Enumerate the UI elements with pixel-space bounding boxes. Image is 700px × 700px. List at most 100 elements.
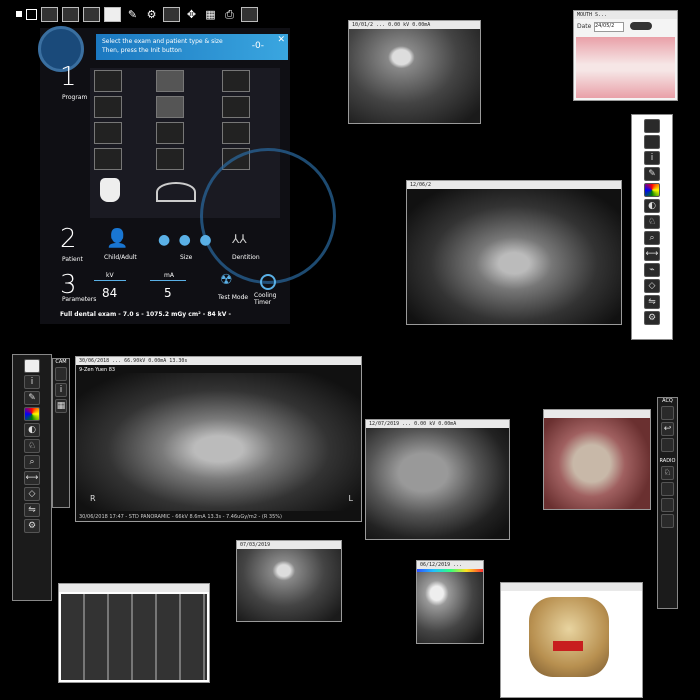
layout-icon[interactable] [24,359,40,373]
pencil-icon[interactable]: ✎ [24,391,40,405]
cooling-timer-icon[interactable] [260,274,276,290]
dentition-icon[interactable]: ⅄⅄ [232,232,247,246]
flip-icon[interactable]: ⇋ [644,295,660,309]
test-mode-label: Test Mode [218,294,249,301]
program-cell[interactable] [156,70,184,92]
cooling-timer-label: Cooling Timer [254,292,277,306]
pano-icon[interactable] [661,498,674,512]
tooth-icon[interactable]: ♘ [661,466,674,480]
ma-value[interactable]: 5 [164,286,172,300]
camera-panel: CAM i ▦ [52,358,70,508]
flip-icon[interactable]: ⇋ [24,503,40,517]
layout-icon[interactable] [241,6,258,22]
program-cell[interactable] [222,70,250,92]
brightness-icon[interactable]: ◐ [644,199,660,213]
kv-value[interactable]: 84 [102,286,117,300]
xray-image [407,189,621,324]
layout-icon[interactable] [644,119,660,133]
kv-label: kV [106,272,114,279]
bitewing-window-bottom[interactable]: 07/03/2019 [236,540,342,622]
brightness-icon[interactable]: ◐ [24,423,40,437]
info-icon[interactable]: i [55,383,67,397]
monitor-icon[interactable] [644,135,660,149]
tooth-icon[interactable]: ♘ [24,439,40,453]
info-icon[interactable]: i [24,375,40,389]
size-icons[interactable]: ● ● ● [158,232,214,248]
settings-icon[interactable]: ⚙ [644,311,660,325]
close-icon[interactable]: ✕ [277,35,285,45]
radio-section-header: RADIO [659,458,676,464]
date-field[interactable]: 24/05/2 [594,22,624,32]
info-icon[interactable]: i [644,151,660,165]
camera-icon[interactable] [55,367,67,381]
record-icon[interactable] [16,11,22,17]
color-icon[interactable] [24,407,40,421]
program-cell[interactable] [94,70,122,92]
radiation-icon[interactable]: ☢ [220,272,233,288]
color-icon[interactable] [644,183,660,197]
image-icon[interactable] [41,6,58,22]
intraoral-photo-window[interactable] [543,409,651,510]
move-icon[interactable]: ✥ [184,8,199,21]
kv-slider[interactable] [94,280,126,281]
cbct-views-window[interactable] [58,583,210,683]
panoramic-window-small[interactable]: 12/06/2 [406,180,622,325]
return-icon[interactable]: ↩ [661,422,674,436]
child-adult-label: Child/Adult [104,254,137,261]
zoom-icon[interactable]: ⌕ [24,455,40,469]
arch-icon[interactable] [156,182,196,202]
toggle-switch[interactable] [630,22,652,30]
xray-image [417,572,483,643]
periapical-window[interactable]: 06/12/2019 ... [416,560,484,644]
camera-icon[interactable] [104,6,121,22]
ceph-icon[interactable] [661,514,674,528]
scanner-icon[interactable] [661,406,674,420]
pencil-icon[interactable]: ✎ [644,167,660,181]
zoom-icon[interactable]: ⌕ [644,231,660,245]
view-3d-icon[interactable]: ◇ [644,279,660,293]
program-cell[interactable] [94,96,122,118]
tooth-icon[interactable]: ♘ [644,215,660,229]
settings-icon[interactable]: ⚙ [24,519,40,533]
grid-icon[interactable]: ▦ [55,399,67,413]
print-icon[interactable]: ⎙ [222,8,237,21]
scanner-icon[interactable] [83,6,100,22]
mouth-status-window[interactable]: MOUTH S... Date 24/05/2 [573,10,678,101]
transfer-icon[interactable] [163,6,180,22]
square-icon[interactable] [26,8,37,20]
program-grid[interactable] [90,68,336,284]
window-title: MOUTH S... [574,11,677,19]
date-label: Date [577,23,592,30]
tooth-chart[interactable] [576,37,675,98]
bitewing-window[interactable]: 10/01/2 ... 0.00 kV 0.00mA [348,20,481,124]
program-cell[interactable] [222,122,250,144]
program-cell[interactable] [156,148,184,170]
window-title [501,583,642,591]
program-cell[interactable] [156,96,184,118]
window-title [59,584,209,592]
cbct-3d-window[interactable] [500,582,643,698]
pen-icon[interactable]: ✎ [125,8,140,21]
tooth-icon[interactable] [100,178,120,202]
edit-icon[interactable] [62,6,79,22]
cephalometric-window[interactable]: 12/07/2019 ... 0.00 kV 0.00mA [365,419,510,540]
panoramic-window-main[interactable]: 30/06/2018 ... 66.90kV 0.00mA 13.30s 9-Z… [75,356,362,522]
monitor-icon[interactable] [661,438,674,452]
init-value[interactable]: -0- [252,41,264,51]
measure-icon[interactable]: ⟷ [24,471,40,485]
ma-slider[interactable] [150,280,186,281]
program-cell[interactable] [156,122,184,144]
gear-icon[interactable]: ⚙ [144,8,159,21]
instruction-line2: Then, press the Init button [102,47,182,54]
program-cell[interactable] [94,122,122,144]
program-cell[interactable] [222,96,250,118]
program-cell[interactable] [94,148,122,170]
ruler-icon[interactable]: ⌁ [644,263,660,277]
xray-sensor-icon[interactable] [661,482,674,496]
view-3d-icon[interactable]: ◇ [24,487,40,501]
measure-icon[interactable]: ⟷ [644,247,660,261]
exam-summary: Full dental exam - 7.0 s - 1075.2 mGy cm… [60,311,232,318]
grid-icon[interactable]: ▦ [203,8,218,21]
window-title [544,410,650,418]
child-adult-icon[interactable]: 👤 [106,228,128,249]
